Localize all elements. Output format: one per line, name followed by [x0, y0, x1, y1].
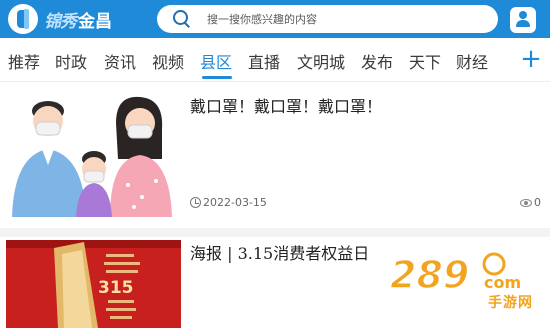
article-date: 2022-03-15: [190, 196, 267, 209]
tab-world[interactable]: 天下: [409, 49, 441, 73]
article-title[interactable]: 海报 | 3.15消费者权益日: [190, 240, 369, 264]
tab-politics[interactable]: 时政: [55, 49, 87, 73]
app-header: 锦秀 金昌 搜一搜你感兴趣的内容: [0, 0, 550, 38]
article-thumbnail-family-masks: [6, 89, 178, 217]
logo-mark-icon: [8, 4, 38, 34]
tab-news[interactable]: 资讯: [104, 49, 136, 73]
logo-script: 锦秀: [44, 11, 77, 32]
watermark-number: 289: [390, 253, 469, 297]
search-bar[interactable]: 搜一搜你感兴趣的内容: [157, 5, 498, 33]
view-count: 0: [534, 196, 541, 209]
tab-civilized-city[interactable]: 文明城: [297, 49, 345, 73]
watermark-suffix: com: [484, 273, 521, 292]
article-thumbnail-poster-315: 315: [6, 240, 181, 328]
user-profile-button[interactable]: [510, 7, 536, 33]
article-title[interactable]: 戴口罩！戴口罩！戴口罩！: [190, 93, 382, 117]
tab-recommend[interactable]: 推荐: [8, 49, 40, 73]
add-tab-button[interactable]: +: [520, 44, 542, 74]
app-logo[interactable]: 锦秀 金昌: [8, 4, 112, 34]
tab-video[interactable]: 视频: [152, 49, 184, 73]
tab-finance[interactable]: 财经: [456, 49, 488, 73]
logo-text: 金昌: [78, 11, 112, 32]
clock-icon: [190, 197, 201, 208]
active-tab-indicator: [202, 76, 232, 79]
poster-number: 315: [98, 278, 134, 298]
eye-icon: [520, 198, 532, 207]
search-icon: [173, 10, 191, 28]
user-icon: [515, 11, 531, 27]
tab-release[interactable]: 发布: [361, 49, 393, 73]
tab-county[interactable]: 县区: [200, 49, 232, 73]
category-tabs: 推荐 时政 资讯 视频 县区 直播 文明城 发布 天下 财经 +: [0, 38, 550, 82]
search-placeholder: 搜一搜你感兴趣的内容: [207, 13, 317, 26]
article-view-count: 0: [520, 196, 541, 209]
list-divider: [0, 228, 550, 237]
tab-live[interactable]: 直播: [248, 49, 280, 73]
watermark-label: 手游网: [488, 295, 533, 311]
article-card[interactable]: 戴口罩！戴口罩！戴口罩！ 2022-03-15 0: [0, 83, 550, 221]
publish-date: 2022-03-15: [203, 196, 267, 209]
